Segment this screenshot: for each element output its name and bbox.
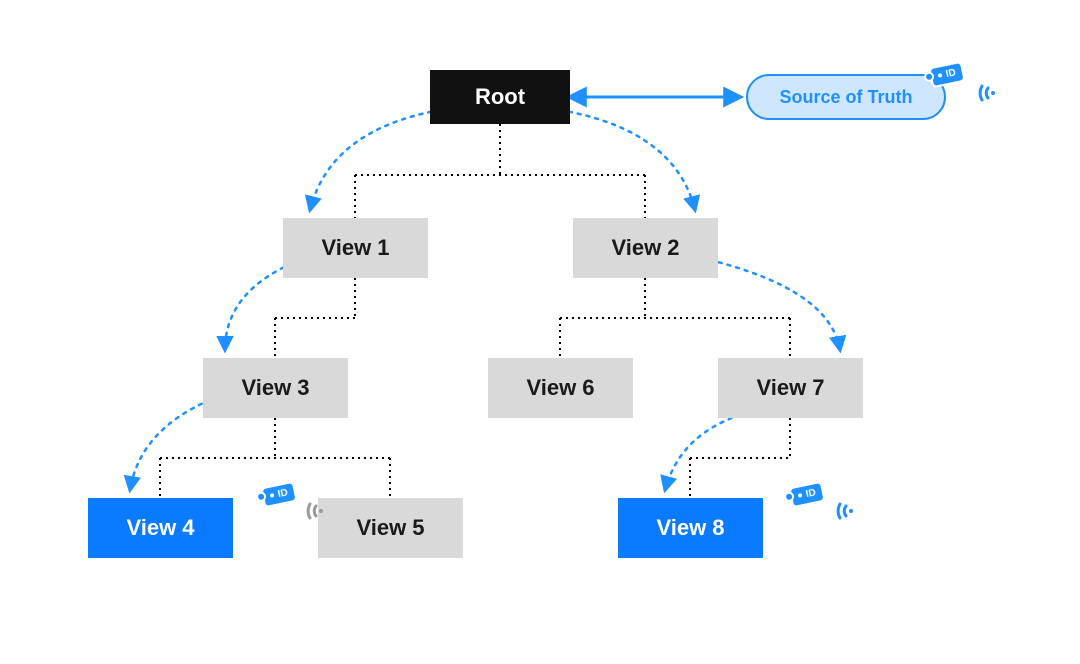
- node-view7-label: View 7: [756, 375, 824, 401]
- diagram-stage: Root Source of Truth ID View 1 View 2 Vi…: [0, 0, 1080, 664]
- source-of-truth-label: Source of Truth: [779, 87, 912, 108]
- node-view3-label: View 3: [241, 375, 309, 401]
- id-tag-view4-label: ID: [277, 487, 289, 500]
- node-root-label: Root: [475, 84, 525, 110]
- tree-connectors: [160, 124, 790, 498]
- id-tag-source-label: ID: [945, 67, 957, 80]
- node-view1-label: View 1: [321, 235, 389, 261]
- id-tag-view8-label: ID: [805, 487, 817, 500]
- node-view1: View 1: [283, 218, 428, 278]
- node-view5: View 5: [318, 498, 463, 558]
- node-view6: View 6: [488, 358, 633, 418]
- node-view8: View 8: [618, 498, 763, 558]
- node-view7: View 7: [718, 358, 863, 418]
- node-view4: View 4: [88, 498, 233, 558]
- node-view3: View 3: [203, 358, 348, 418]
- node-view8-label: View 8: [656, 515, 724, 541]
- node-view4-label: View 4: [126, 515, 194, 541]
- node-root: Root: [430, 70, 570, 124]
- node-view2: View 2: [573, 218, 718, 278]
- node-view2-label: View 2: [611, 235, 679, 261]
- node-view6-label: View 6: [526, 375, 594, 401]
- dependency-arrows: [130, 110, 840, 490]
- node-source-of-truth: Source of Truth: [746, 74, 946, 120]
- node-view5-label: View 5: [356, 515, 424, 541]
